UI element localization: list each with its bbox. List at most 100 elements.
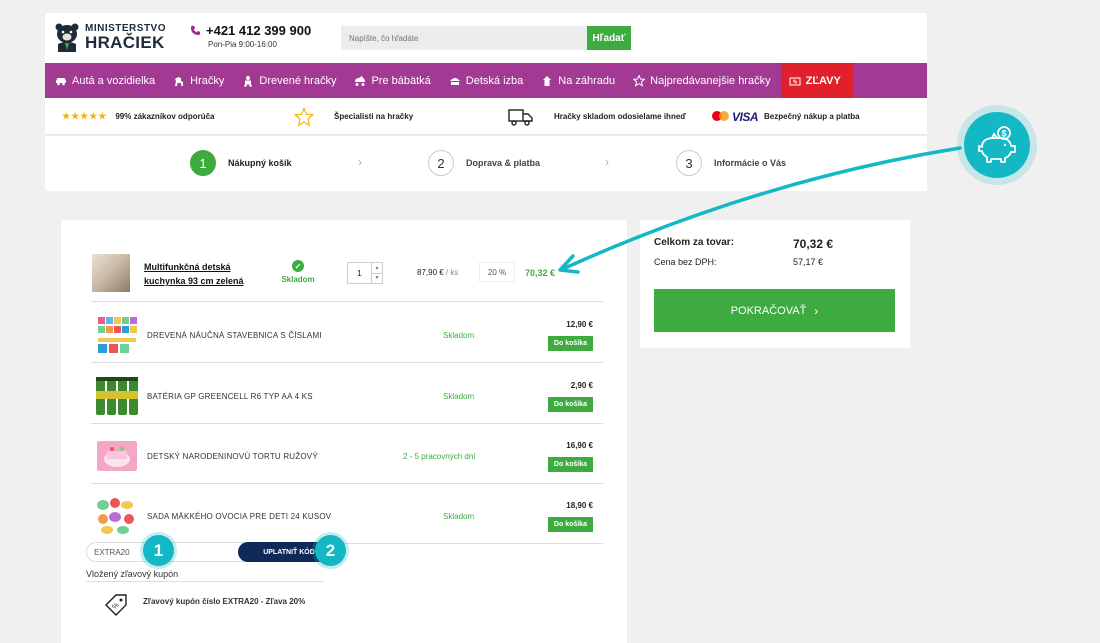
- nav-item-wooden-toys[interactable]: Drevené hračky: [232, 63, 344, 98]
- bear-logo-icon: [55, 22, 79, 52]
- continue-button[interactable]: POKRAČOVAŤ ›: [654, 289, 895, 332]
- sale-tag-icon: %: [789, 77, 801, 85]
- piggy-bank-icon: $: [978, 126, 1016, 163]
- quantity-value[interactable]: 1: [348, 263, 371, 283]
- qty-up-icon[interactable]: ▲: [372, 263, 382, 273]
- product-price: 2,90 €: [570, 381, 593, 390]
- product-title-link[interactable]: Multifunkčná detská kuchynka 93 cm zelen…: [144, 260, 262, 288]
- product-name[interactable]: DREVENÁ NÁUČNÁ STAVEBNICA S ČÍSLAMI: [147, 331, 322, 340]
- benefit-text: Bezpečný nákup a platba: [764, 112, 860, 121]
- step-shipping[interactable]: 2 Doprava & platba: [428, 150, 540, 176]
- product-name[interactable]: BATÉRIA GP GREENCELL R6 TYP AA 4 KS: [147, 392, 313, 401]
- nav-item-toys[interactable]: Hračky: [163, 63, 232, 98]
- benefit-text: Hračky skladom odosielame ihneď: [554, 112, 687, 121]
- vat-rate: 20 %: [479, 262, 515, 282]
- coupon-tag-icon: %: [105, 594, 127, 616]
- rating-stars-icon: ★★★★★: [62, 111, 108, 121]
- add-to-cart-button[interactable]: Do košíka: [547, 397, 593, 412]
- add-to-cart-button[interactable]: Do košíka: [547, 517, 593, 532]
- nav-item-label: Drevené hračky: [259, 74, 337, 87]
- svg-text:%: %: [792, 79, 797, 85]
- bestseller-icon: [633, 74, 646, 87]
- unit-price: 87,90 € / ks: [417, 268, 458, 277]
- car-icon: [56, 77, 66, 85]
- visa-logo: VISA: [732, 109, 759, 124]
- quantity-stepper[interactable]: 1 ▲ ▼: [347, 262, 383, 284]
- step-number: 3: [676, 150, 702, 176]
- cart-panel: Multifunkčná detská kuchynka 93 cm zelen…: [61, 220, 627, 643]
- checkout-steps: 1 Nákupný košík › 2 Doprava & platba › 3…: [45, 136, 927, 191]
- stock-label: Skladom: [443, 392, 475, 401]
- qty-down-icon[interactable]: ▼: [372, 272, 382, 284]
- order-summary: Celkom za tovar: 70,32 € Cena bez DPH: 5…: [640, 220, 910, 348]
- wooden-toy-icon: [244, 75, 253, 87]
- nav-item-cars[interactable]: Autá a vozidielka: [45, 63, 163, 98]
- svg-text:$: $: [1001, 129, 1006, 139]
- search-bar: Hľadať: [341, 26, 631, 50]
- chevron-right-icon: ›: [358, 155, 362, 169]
- opening-hours: Pon-Pia 9:00-16:00: [208, 40, 277, 49]
- phone-number[interactable]: +421 412 399 900: [206, 23, 311, 38]
- product-image[interactable]: [95, 375, 139, 417]
- cart-item: Multifunkčná detská kuchynka 93 cm zelen…: [91, 220, 603, 302]
- piggy-bank-badge: $: [957, 105, 1037, 185]
- product-price: 12,90 €: [566, 320, 593, 329]
- benefit-recommend: ★★★★★ 99% zákazníkov odporúča: [62, 98, 215, 135]
- phone-icon: [190, 25, 201, 36]
- stock-status: ✓ Skladom: [281, 260, 315, 284]
- stock-label: Skladom: [443, 331, 475, 340]
- site-header: MINISTERSTVO HRAČIEK +421 412 399 900 Po…: [45, 13, 927, 63]
- step-number: 2: [428, 150, 454, 176]
- logo[interactable]: MINISTERSTVO HRAČIEK: [55, 20, 166, 54]
- nav-item-label: Autá a vozidielka: [72, 74, 156, 87]
- svg-text:%: %: [111, 602, 120, 611]
- payment-cards-icon: VISA: [712, 109, 759, 124]
- chevron-right-icon: ›: [605, 155, 609, 169]
- price-without-vat-value: 57,17 €: [793, 257, 824, 267]
- benefit-secure: VISA Bezpečný nákup a platba: [712, 98, 860, 135]
- nav-item-label: Pre bábätká: [371, 74, 431, 87]
- nav-item-kids-room[interactable]: Detská izba: [439, 63, 531, 98]
- price-without-vat-label: Cena bez DPH:: [654, 257, 717, 267]
- nav-item-label: ZĽAVY: [805, 74, 841, 87]
- baby-icon: [355, 75, 366, 86]
- search-input[interactable]: [341, 26, 587, 50]
- nav-item-label: Najpredávanejšie hračky: [650, 74, 771, 87]
- product-name[interactable]: SADA MÄKKÉHO OVOCIA PRE DETI 24 KUSOV: [147, 512, 331, 521]
- nav-item-garden[interactable]: Na záhradu: [531, 63, 623, 98]
- recommended-item: SADA MÄKKÉHO OVOCIA PRE DETI 24 KUSOV Sk…: [91, 484, 603, 544]
- product-image[interactable]: [92, 254, 130, 292]
- benefit-text: 99% zákazníkov odporúča: [115, 112, 215, 121]
- search-button[interactable]: Hľadať: [587, 26, 631, 50]
- nav-item-label: Na záhradu: [558, 74, 616, 87]
- divider: [86, 581, 324, 582]
- step-label: Doprava & platba: [466, 158, 541, 168]
- nav-item-label: Hračky: [190, 74, 225, 87]
- benefit-shipping: Hračky skladom odosielame ihneď: [508, 98, 686, 135]
- step-cart[interactable]: 1 Nákupný košík: [190, 150, 292, 176]
- phone-contact[interactable]: +421 412 399 900 Pon-Pia 9:00-16:00: [190, 23, 311, 49]
- recommended-item: DETSKÝ NARODENINOVÚ TORTU RUŽOVÝ 2 - 5 p…: [91, 424, 603, 484]
- benefit-specialists: Špecialisti na hračky: [294, 98, 413, 135]
- benefit-text: Špecialisti na hračky: [334, 112, 414, 121]
- add-to-cart-button[interactable]: Do košíka: [547, 457, 593, 472]
- total-row: Celkom za tovar: 70,32 €: [654, 237, 874, 251]
- coupon-applied-label: Vložený zľavový kupón: [86, 569, 179, 579]
- nav-item-bestsellers[interactable]: Najpredávanejšie hračky: [623, 63, 778, 98]
- nav-item-babies[interactable]: Pre bábätká: [344, 63, 438, 98]
- product-image[interactable]: [95, 435, 139, 477]
- nav-item-sale[interactable]: % ZĽAVY: [780, 63, 853, 98]
- product-image[interactable]: [95, 314, 139, 356]
- item-total-price: 70,32 €: [525, 268, 556, 278]
- product-image[interactable]: [95, 495, 139, 537]
- coupon-description: Zľavový kupón číslo EXTRA20 - Zľava 20%: [143, 597, 306, 606]
- product-name[interactable]: DETSKÝ NARODENINOVÚ TORTU RUŽOVÝ: [147, 452, 318, 461]
- add-to-cart-button[interactable]: Do košíka: [547, 336, 593, 351]
- truck-icon: [508, 108, 533, 126]
- benefits-bar: ★★★★★ 99% zákazníkov odporúča Špecialist…: [45, 98, 927, 135]
- step-badge-1: 1: [143, 535, 174, 566]
- total-value: 70,32 €: [793, 237, 834, 251]
- step-info[interactable]: 3 Informácie o Vás: [676, 150, 786, 176]
- stock-label: 2 - 5 pracovných dní: [403, 452, 476, 461]
- step-label: Nákupný košík: [228, 158, 292, 168]
